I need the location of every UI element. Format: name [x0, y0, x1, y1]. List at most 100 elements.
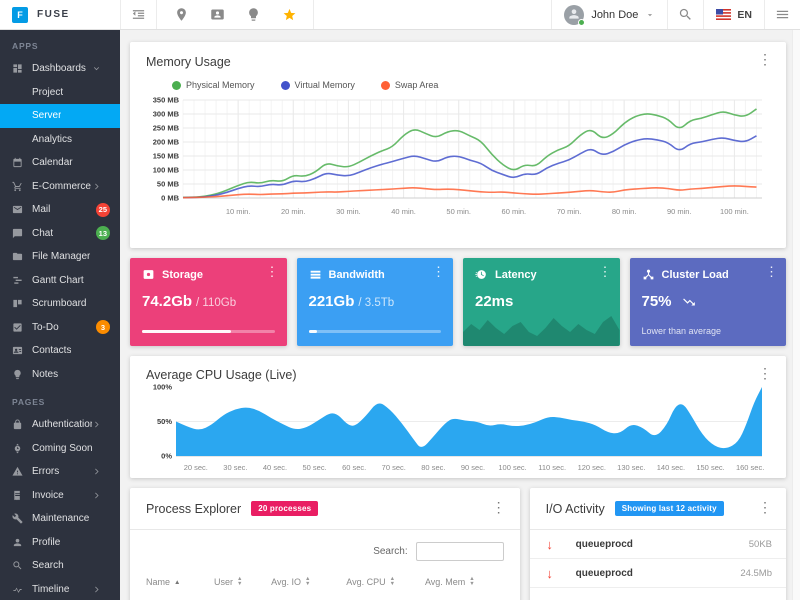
legend-item[interactable]: Swap Area — [380, 80, 438, 90]
sidebar-item-analytics[interactable]: Analytics — [0, 128, 120, 152]
column-header-avg-io[interactable]: Avg. IO ▲ ▼ — [271, 576, 346, 587]
legend-label: Virtual Memory — [294, 80, 355, 90]
bandwidth-icon — [310, 270, 320, 279]
sidebar-item-scrumboard[interactable]: Scrumboard — [0, 292, 120, 316]
app-logo[interactable]: F FUSE — [0, 0, 120, 29]
sidebar-item-gantt-chart[interactable]: Gantt Chart — [0, 269, 120, 293]
quick-panel-button[interactable] — [764, 0, 800, 29]
place-icon — [174, 7, 189, 23]
lock-icon — [13, 419, 22, 430]
sidebar-item-authentication[interactable]: Authentication — [0, 413, 120, 437]
search-icon — [13, 561, 22, 570]
sidebar-item-mail[interactable]: Mail 25 — [0, 198, 120, 222]
chevron-down-icon — [93, 67, 100, 71]
count-badge: 3 — [96, 320, 110, 335]
trending-down-icon — [682, 298, 695, 306]
sidebar-item-to-do[interactable]: To-Do 3 — [0, 316, 120, 340]
sidebar-item-invoice[interactable]: Invoice — [0, 484, 120, 508]
sidebar-item-errors[interactable]: Errors — [0, 460, 120, 484]
io-activity-title: I/O Activity — [545, 501, 605, 516]
cpu-usage-chart: 0% 50% 100% 20 sec. 30 sec. 40 sec. 50 sec. 60 … — [153, 383, 764, 473]
svg-text:50%: 50% — [157, 417, 172, 426]
process-table-header: Name ▲ User ▲ ▼ Avg. IO ▲ ▼ Avg. CPU ▲ ▼ Avg. Mem ▲ ▼ — [130, 563, 520, 597]
clock-icon — [475, 270, 486, 279]
place-shortcut-button[interactable] — [163, 0, 199, 29]
latency-menu-button[interactable]: ⋮ — [599, 264, 612, 280]
sort-icon: ▲ ▼ — [469, 576, 475, 587]
sidebar-item-label: Invoice — [32, 489, 64, 501]
bandwidth-menu-button[interactable]: ⋮ — [432, 264, 445, 280]
sidebar-item-label: Authentication — [32, 419, 92, 431]
sidebar-item-search[interactable]: Search — [0, 554, 120, 578]
language-selector[interactable]: EN — [703, 0, 764, 29]
process-menu-button[interactable]: ⋮ — [488, 498, 510, 516]
column-header-name[interactable]: Name ▲ — [146, 577, 214, 587]
io-activity-row[interactable]: ↓ queueprocd 50KB — [529, 530, 786, 559]
sidebar-item-file-manager[interactable]: File Manager — [0, 245, 120, 269]
bandwidth-value: 221Gb — [308, 293, 355, 310]
legend-dot-icon — [172, 80, 181, 90]
latency-title: Latency — [495, 268, 537, 281]
sidebar-item-label: File Manager — [32, 251, 91, 263]
sidebar-item-dashboards[interactable]: Dashboards — [0, 57, 120, 81]
sidebar-item-project[interactable]: Project — [0, 81, 120, 105]
search-button[interactable] — [667, 0, 703, 29]
notes-shortcut-button[interactable] — [235, 0, 271, 29]
cluster-menu-button[interactable]: ⋮ — [765, 264, 778, 280]
search-icon — [680, 9, 692, 21]
storage-card: Storage ⋮ 74.2Gb/ 110Gb — [130, 258, 287, 346]
download-arrow-icon: ↓ — [546, 536, 553, 552]
svg-text:150 sec.: 150 sec. — [696, 463, 724, 472]
io-activity-row[interactable]: ↓ queueprocd 24.5Mb — [529, 559, 786, 588]
svg-text:100%: 100% — [153, 383, 173, 392]
chevron-right-icon — [95, 492, 99, 499]
sidebar-item-chat[interactable]: Chat 13 — [0, 222, 120, 246]
stat-cards-row: Storage ⋮ 74.2Gb/ 110Gb Bandwidth ⋮ 221G… — [130, 258, 786, 346]
latency-card: Latency ⋮ 22ms — [463, 258, 620, 346]
svg-text:200 MB: 200 MB — [153, 138, 180, 147]
svg-text:80 sec.: 80 sec. — [421, 463, 445, 472]
sidebar-item-notes[interactable]: Notes — [0, 363, 120, 387]
column-header-avg-mem[interactable]: Avg. Mem ▲ ▼ — [425, 576, 504, 587]
cpu-card-menu-button[interactable]: ⋮ — [754, 364, 776, 382]
legend-item[interactable]: Physical Memory — [172, 80, 255, 90]
user-name: John Doe — [591, 8, 639, 21]
io-menu-button[interactable]: ⋮ — [754, 498, 776, 516]
sidebar-item-coming-soon[interactable]: Coming Soon — [0, 437, 120, 461]
process-search-input[interactable] — [415, 542, 504, 561]
contacts-shortcut-button[interactable] — [199, 0, 235, 29]
sidebar-item-maintenance[interactable]: Maintenance — [0, 507, 120, 531]
sidebar-item-label: E-Commerce — [32, 180, 91, 192]
column-header-user[interactable]: User ▲ ▼ — [214, 576, 271, 587]
star-icon — [282, 7, 297, 23]
dashboard-icon — [13, 64, 22, 73]
cpu-usage-card: Average CPU Usage (Live) ⋮ 0% 50% 100% 20 s… — [130, 356, 786, 478]
collapse-sidebar-button[interactable] — [120, 0, 156, 29]
sidebar-item-contacts[interactable]: Contacts — [0, 339, 120, 363]
sidebar-item-timeline[interactable]: Timeline — [0, 578, 120, 600]
user-menu[interactable]: John Doe — [551, 0, 667, 29]
svg-text:300 MB: 300 MB — [153, 110, 180, 119]
sidebar-item-label: Notes — [32, 368, 59, 380]
sidebar-item-calendar[interactable]: Calendar — [0, 151, 120, 175]
legend-dot-icon — [380, 80, 390, 90]
svg-text:160 sec.: 160 sec. — [736, 463, 764, 472]
warning-icon — [12, 467, 23, 476]
cluster-icon — [642, 268, 655, 281]
flag-us-icon — [716, 9, 732, 20]
favorites-button[interactable] — [271, 0, 307, 29]
latency-value: 22ms — [475, 293, 514, 310]
sidebar-item-e-commerce[interactable]: E-Commerce — [0, 175, 120, 199]
column-header-avg-cpu[interactable]: Avg. CPU ▲ ▼ — [346, 576, 425, 587]
storage-progress-bar — [142, 330, 275, 333]
legend-item[interactable]: Virtual Memory — [280, 80, 355, 90]
svg-text:20 sec.: 20 sec. — [184, 463, 208, 472]
memory-card-menu-button[interactable]: ⋮ — [754, 50, 776, 68]
sidebar-item-server[interactable]: Server — [0, 104, 120, 128]
contact-card-icon — [210, 7, 225, 23]
sidebar-item-profile[interactable]: Profile — [0, 531, 120, 555]
cart-icon — [12, 181, 22, 191]
scrollbar[interactable] — [792, 30, 800, 600]
storage-menu-button[interactable]: ⋮ — [266, 264, 279, 280]
svg-text:70 sec.: 70 sec. — [382, 463, 406, 472]
